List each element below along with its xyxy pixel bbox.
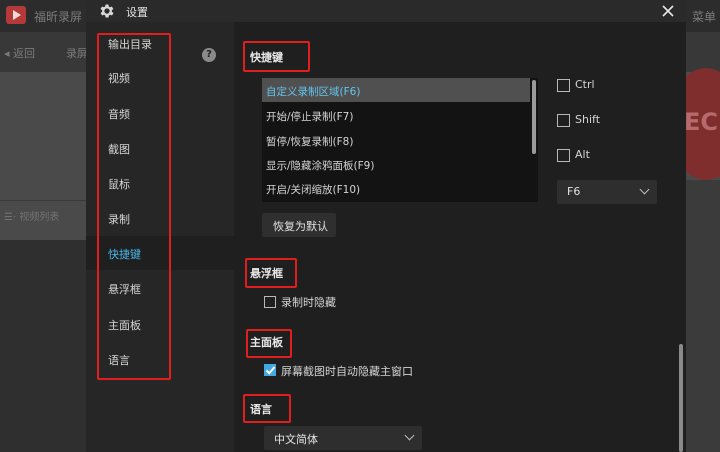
chevron-down-icon: [404, 430, 415, 441]
hide-while-recording-label: 录制时隐藏: [281, 296, 336, 309]
ctrl-label: Ctrl: [575, 78, 595, 91]
reset-default-button[interactable]: 恢复为默认: [262, 213, 336, 237]
hotkey-item-doodle-panel[interactable]: 显示/隐藏涂鸦面板(F9): [262, 152, 530, 176]
hide-while-recording-checkbox[interactable]: [264, 296, 276, 308]
dialog-titlebar: 设置: [86, 0, 686, 22]
annotation-box-hotkeys: [243, 41, 310, 72]
annotation-box-language: [243, 394, 291, 423]
hotkey-item-label: 暂停/恢复录制(F8): [266, 136, 354, 148]
ctrl-checkbox[interactable]: [557, 79, 570, 92]
language-select[interactable]: 中文简体: [264, 426, 422, 450]
shift-label: Shift: [575, 113, 601, 126]
hotkey-item-label: 开启/关闭缩放(F10): [266, 184, 361, 196]
hotkey-item-start-stop[interactable]: 开始/停止录制(F7): [262, 103, 530, 127]
hotkey-item-zoom[interactable]: 开启/关闭缩放(F10): [262, 176, 530, 200]
background-record-text: EC: [684, 108, 719, 136]
hotkey-list: 自定义录制区域(F6) 开始/停止录制(F7) 暂停/恢复录制(F8) 显示/隐…: [262, 78, 538, 202]
content-scrollbar[interactable]: [679, 344, 683, 452]
annotation-box-float-window: [245, 258, 297, 288]
alt-checkbox[interactable]: [557, 149, 570, 162]
language-value: 中文简体: [274, 433, 318, 446]
background-panel: [0, 240, 100, 452]
shift-checkbox[interactable]: [557, 114, 570, 127]
alt-label: Alt: [575, 148, 590, 161]
dialog-title: 设置: [126, 6, 148, 19]
background-right-strip: [686, 180, 720, 452]
reset-default-label: 恢复为默认: [273, 220, 328, 233]
background-back-button: ◂ 返回: [4, 47, 36, 60]
annotation-box-main-panel: [246, 329, 292, 358]
hotkey-list-scrollbar[interactable]: [532, 80, 536, 154]
hotkey-item-label: 显示/隐藏涂鸦面板(F9): [266, 160, 375, 172]
auto-hide-main-window-checkbox[interactable]: [264, 364, 276, 376]
auto-hide-main-window-label: 屏幕截图时自动隐藏主窗口: [281, 365, 413, 378]
background-record-tab: 录屏: [66, 47, 88, 60]
background-video-list: ☰· 视频列表: [4, 212, 60, 223]
hotkey-item-label: 自定义录制区域(F6): [266, 86, 361, 98]
chevron-down-icon: [639, 184, 650, 195]
hotkey-key-select[interactable]: F6: [557, 180, 657, 204]
app-logo-icon: [6, 6, 26, 24]
help-icon[interactable]: ?: [202, 48, 216, 62]
checkmark-icon: [265, 364, 276, 375]
hotkey-item-custom-area[interactable]: 自定义录制区域(F6): [262, 78, 530, 102]
gear-icon: [100, 4, 114, 18]
background-app-title: 福昕录屏: [34, 10, 83, 24]
settings-dialog: 设置 输出目录 视频 音频 截图 鼠标 录制 快捷键 悬浮框 主面板 语言: [86, 0, 686, 452]
close-icon[interactable]: [660, 3, 676, 19]
hotkey-item-label: 开始/停止录制(F7): [266, 111, 354, 123]
hotkey-item-pause-resume[interactable]: 暂停/恢复录制(F8): [262, 128, 530, 152]
hotkey-key-value: F6: [567, 185, 581, 198]
annotation-box-nav: [97, 33, 171, 380]
background-divider: [0, 200, 90, 201]
background-menu: 菜单: [692, 10, 717, 24]
